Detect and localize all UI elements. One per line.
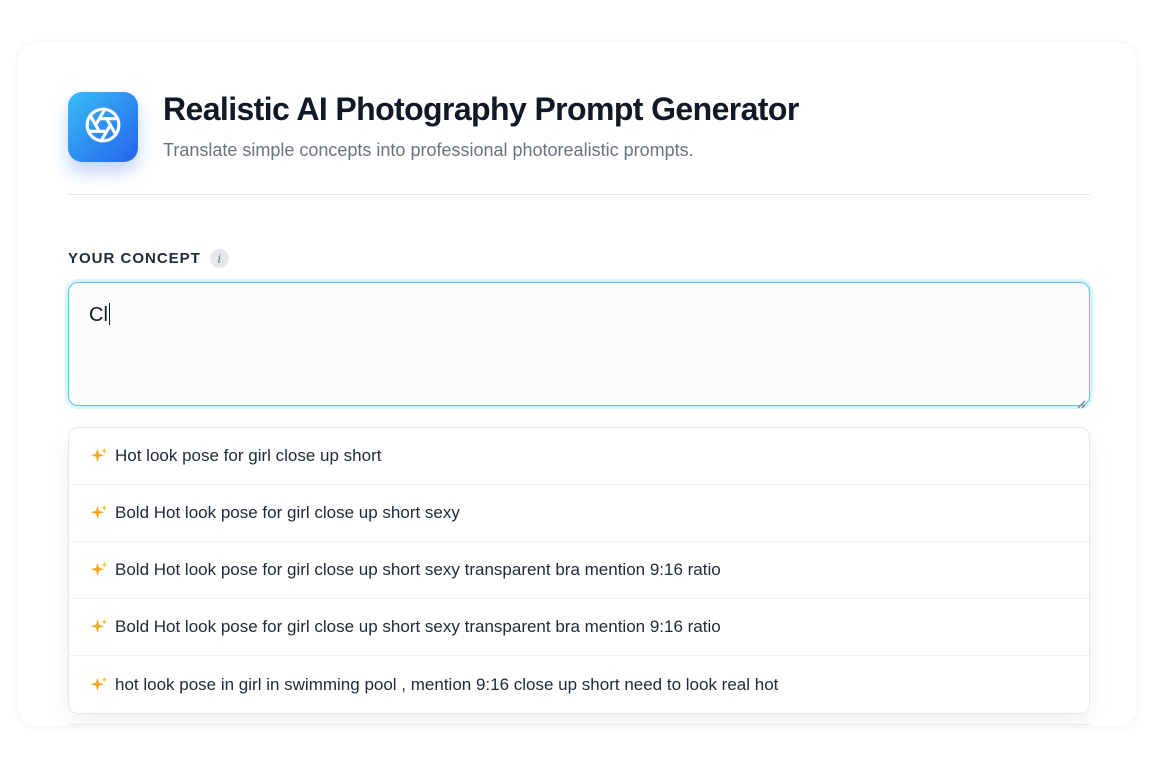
suggestion-item[interactable]: Bold Hot look pose for girl close up sho… (69, 599, 1089, 656)
suggestion-item[interactable]: hot look pose in girl in swimming pool ,… (69, 656, 1089, 713)
sparkle-icon (89, 560, 109, 580)
suggestion-text: Bold Hot look pose for girl close up sho… (115, 503, 460, 522)
suggestion-text: Bold Hot look pose for girl close up sho… (115, 617, 721, 636)
aperture-icon (84, 106, 122, 149)
suggestion-text: Bold Hot look pose for girl close up sho… (115, 560, 721, 579)
sparkle-icon (89, 503, 109, 523)
sparkle-icon (89, 617, 109, 637)
suggestion-text: Hot look pose for girl close up short (115, 446, 382, 465)
app-logo (68, 92, 138, 162)
text-caret (108, 303, 111, 325)
concept-textarea[interactable]: Cl (68, 282, 1090, 409)
generator-card: Realistic AI Photography Prompt Generato… (18, 42, 1137, 726)
page-subtitle: Translate simple concepts into professio… (163, 140, 694, 160)
suggestion-item[interactable]: Bold Hot look pose for girl close up sho… (69, 485, 1089, 542)
sparkle-icon (89, 446, 109, 466)
concept-label-text: YOUR CONCEPT (68, 250, 201, 267)
suggestion-item[interactable]: Hot look pose for girl close up short (69, 428, 1089, 485)
sparkle-icon (89, 675, 109, 695)
header-divider (68, 194, 1090, 195)
resize-handle-icon[interactable] (1076, 392, 1086, 409)
concept-label: YOUR CONCEPT i (68, 249, 229, 268)
page-title: Realistic AI Photography Prompt Generato… (163, 91, 799, 127)
footer-divider (68, 724, 1090, 725)
concept-input-value: Cl (89, 304, 108, 326)
suggestion-item[interactable]: Bold Hot look pose for girl close up sho… (69, 542, 1089, 599)
suggestions-dropdown: Hot look pose for girl close up short Bo… (68, 427, 1090, 714)
info-icon[interactable]: i (209, 249, 229, 268)
suggestion-text: hot look pose in girl in swimming pool ,… (115, 675, 779, 694)
